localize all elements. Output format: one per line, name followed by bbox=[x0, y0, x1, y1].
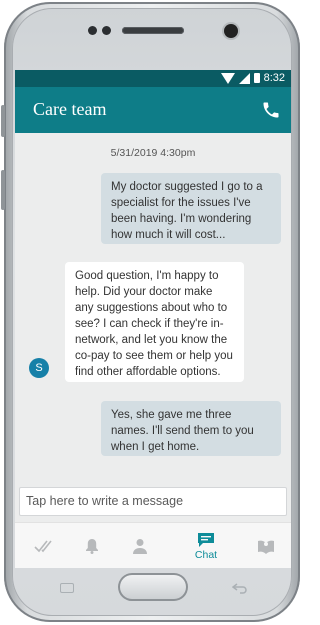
wifi-icon bbox=[220, 72, 235, 84]
status-time: 8:32 bbox=[263, 72, 285, 84]
tab-chat[interactable]: Chat bbox=[182, 523, 230, 568]
signal-icon bbox=[238, 72, 250, 84]
book-icon bbox=[258, 540, 274, 554]
avatar: S bbox=[29, 358, 49, 378]
recent-apps-button[interactable] bbox=[60, 583, 74, 593]
double-check-icon bbox=[34, 540, 52, 553]
tab-profile[interactable] bbox=[116, 523, 164, 568]
chat-icon bbox=[198, 532, 214, 547]
phone-icon[interactable] bbox=[261, 100, 281, 120]
message-input[interactable]: Tap here to write a message bbox=[19, 487, 287, 516]
back-icon[interactable] bbox=[232, 582, 248, 594]
volume-button bbox=[1, 105, 5, 137]
message-timestamp: 5/31/2019 4:30pm bbox=[110, 147, 196, 159]
tab-library[interactable] bbox=[242, 523, 290, 568]
sensor-dot bbox=[102, 26, 111, 35]
front-camera bbox=[224, 24, 238, 38]
battery-icon bbox=[253, 73, 260, 83]
screen: 8:32 Care team 5/31/2019 4:30pm My docto… bbox=[15, 70, 291, 568]
sensor-dot bbox=[88, 26, 97, 35]
person-icon bbox=[133, 539, 147, 554]
app-bar: Care team bbox=[15, 87, 291, 133]
tab-label: Chat bbox=[194, 548, 218, 561]
tab-notifications[interactable] bbox=[68, 523, 116, 568]
home-button[interactable] bbox=[118, 573, 188, 601]
earpiece-speaker bbox=[122, 27, 184, 34]
message-bubble-outgoing: Yes, she gave me three names. I'll send … bbox=[101, 401, 281, 456]
status-bar: 8:32 bbox=[15, 70, 291, 87]
message-bubble-outgoing: My doctor suggested I go to a specialist… bbox=[101, 173, 281, 244]
tab-tasks[interactable] bbox=[20, 523, 68, 568]
page-title: Care team bbox=[33, 99, 107, 119]
message-list: 5/31/2019 4:30pm My doctor suggested I g… bbox=[15, 133, 291, 481]
message-bubble-incoming: Good question, I'm happy to help. Did yo… bbox=[65, 262, 244, 382]
bottom-tab-bar: Chat bbox=[15, 522, 291, 568]
power-button bbox=[1, 170, 5, 210]
bell-icon bbox=[86, 539, 98, 554]
